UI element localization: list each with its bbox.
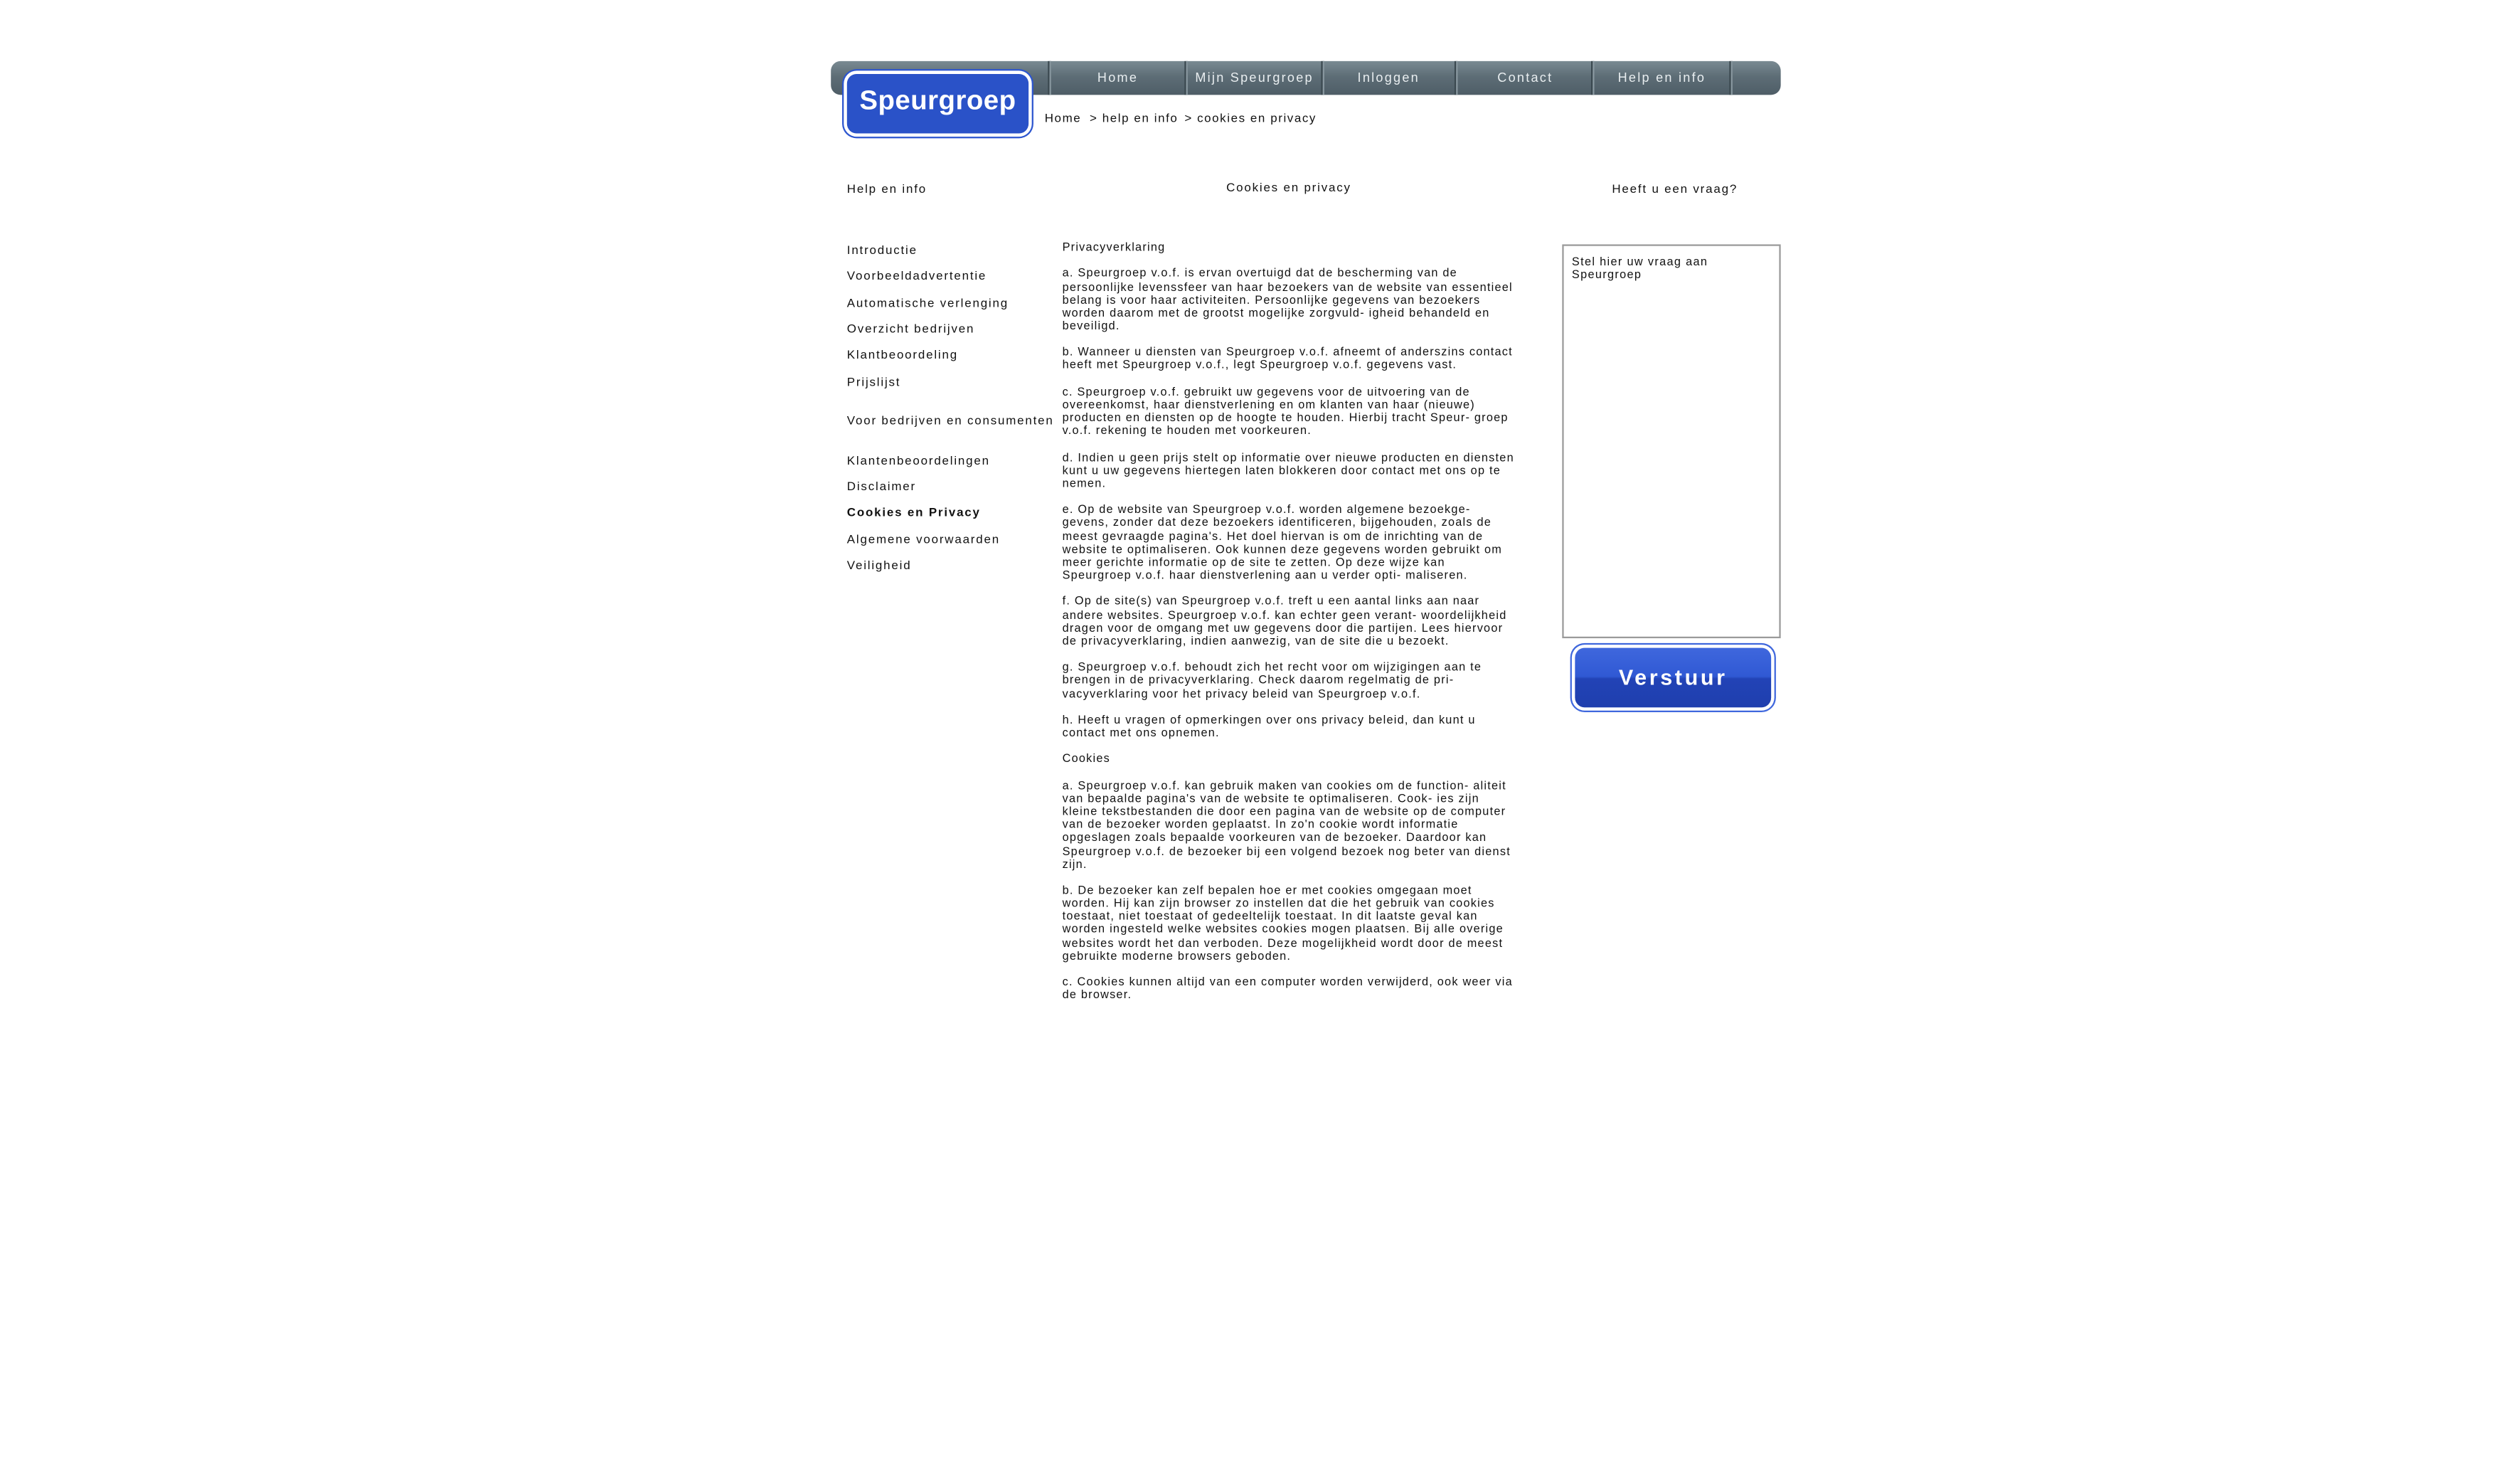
main-content: Privacyverklaring a. Speurgroep v.o.f. i… xyxy=(1062,239,1516,1015)
cookies-paragraph: b. De bezoeker kan zelf bepalen hoe er m… xyxy=(1062,882,1504,963)
nav-contact[interactable]: Contact xyxy=(1457,61,1593,95)
verstuur-button-label: Verstuur xyxy=(1618,665,1728,690)
cookies-heading: Cookies xyxy=(1062,751,1110,766)
nav-divider xyxy=(1729,60,1733,95)
page-title: Cookies en privacy xyxy=(1226,180,1351,195)
sidebar-item-voor-bedrijven[interactable]: Voor bedrijven en consumenten xyxy=(847,413,1054,428)
nav-home[interactable]: Home xyxy=(1051,61,1185,95)
privacy-paragraph: a. Speurgroep v.o.f. is ervan overtuigd … xyxy=(1062,265,1513,333)
verstuur-button[interactable]: Verstuur xyxy=(1575,647,1772,708)
privacy-paragraph: c. Speurgroep v.o.f. gebruikt uw gegeven… xyxy=(1062,383,1509,438)
breadcrumb-home[interactable]: Home xyxy=(1045,111,1082,125)
page: Home Mijn Speurgroep Inloggen Contact He… xyxy=(0,0,2520,1482)
sidebar-item-introductie[interactable]: Introductie xyxy=(847,243,918,257)
privacy-paragraph: g. Speurgroep v.o.f. behoudt zich het re… xyxy=(1062,659,1482,701)
logo-text: Speurgroep xyxy=(859,85,1016,116)
privacy-paragraph: d. Indien u geen prijs stelt op informat… xyxy=(1062,449,1514,491)
breadcrumb-help[interactable]: > help en info xyxy=(1090,111,1178,125)
question-textarea[interactable] xyxy=(1563,245,1780,640)
sidebar-item-algemene-voorwaarden[interactable]: Algemene voorwaarden xyxy=(847,532,1000,546)
sidebar-heading: Help en info xyxy=(846,181,927,196)
speurgroep-logo[interactable]: Speurgroep xyxy=(846,73,1029,134)
privacy-paragraph: e. Op de website van Speurgroep v.o.f. w… xyxy=(1062,502,1503,583)
cookies-paragraph: c. Cookies kunnen altijd van een compute… xyxy=(1062,974,1513,1002)
privacy-heading: Privacyverklaring xyxy=(1062,239,1166,255)
sidebar-item-veiligheid[interactable]: Veiligheid xyxy=(847,558,912,572)
sidebar-item-klantenbeoordelingen[interactable]: Klantenbeoordelingen xyxy=(847,453,990,467)
sidebar-item-automatische-verlenging[interactable]: Automatische verlenging xyxy=(847,296,1009,310)
sidebar-item-cookies-en-privacy[interactable]: Cookies en Privacy xyxy=(847,505,981,519)
privacy-paragraph: b. Wanneer u diensten van Speurgroep v.o… xyxy=(1062,344,1513,373)
sidebar-item-disclaimer[interactable]: Disclaimer xyxy=(847,479,916,493)
nav-help-en-info[interactable]: Help en info xyxy=(1595,61,1730,95)
sidebar-item-overzicht-bedrijven[interactable]: Overzicht bedrijven xyxy=(847,322,974,336)
breadcrumb-current: > cookies en privacy xyxy=(1184,110,1317,126)
sidebar-item-klantbeoordeling[interactable]: Klantbeoordeling xyxy=(847,347,958,361)
question-heading: Heeft u een vraag? xyxy=(1612,181,1738,196)
nav-inloggen[interactable]: Inloggen xyxy=(1324,61,1453,95)
sidebar-item-prijslijst[interactable]: Prijslijst xyxy=(847,374,901,388)
privacy-paragraph: h. Heeft u vragen of opmerkingen over on… xyxy=(1062,711,1476,740)
privacy-paragraph: f. Op de site(s) van Speurgroep v.o.f. t… xyxy=(1062,593,1507,648)
nav-mijn-speurgroep[interactable]: Mijn Speurgroep xyxy=(1188,61,1322,95)
sidebar-item-voorbeeldadvertentie[interactable]: Voorbeeldadvertentie xyxy=(847,268,987,282)
question-box xyxy=(1562,244,1781,640)
cookies-paragraph: a. Speurgroep v.o.f. kan gebruik maken v… xyxy=(1062,778,1511,871)
